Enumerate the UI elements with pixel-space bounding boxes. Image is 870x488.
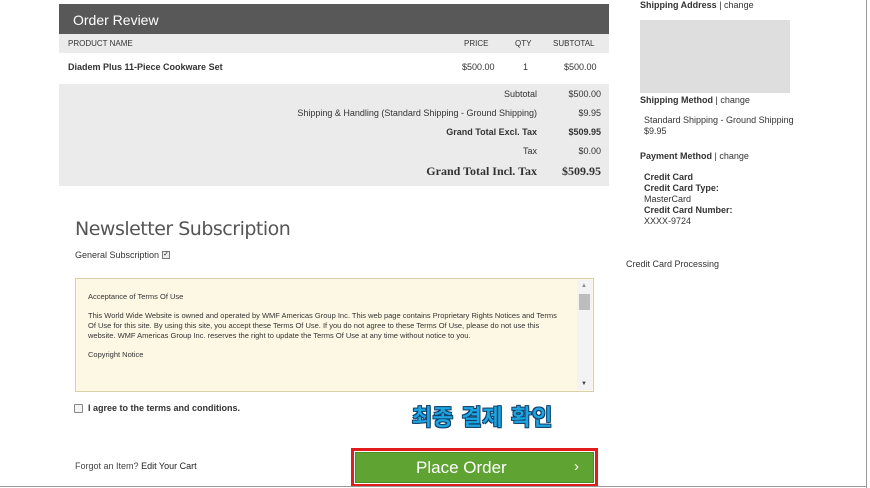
general-subscription-label: General Subscription	[75, 250, 160, 260]
card-type-label: Credit Card Type:	[644, 183, 719, 193]
shipping-address-title: Shipping Address | change	[640, 0, 754, 10]
terms-scrollbar[interactable]: ▲ ▼	[577, 280, 592, 390]
frame-border-bottom	[0, 486, 867, 487]
shipping-address-change-link[interactable]: | change	[719, 0, 753, 10]
grand-total-incl-value: $509.95	[562, 164, 601, 178]
scroll-down-icon[interactable]: ▼	[581, 381, 587, 387]
terms-textbox[interactable]: Acceptance of Terms Of Use This World Wi…	[75, 278, 594, 392]
grand-total-excl-value: $509.95	[568, 127, 601, 137]
col-product-name: PRODUCT NAME	[68, 39, 133, 48]
credit-card-processing: Credit Card Processing	[626, 259, 720, 269]
chevron-right-icon: ›	[574, 458, 579, 475]
checkout-page: Order Review PRODUCT NAME PRICE QTY SUBT…	[0, 0, 870, 488]
product-price: $500.00	[462, 62, 495, 72]
order-table-header: PRODUCT NAME PRICE QTY SUBTOTAL	[59, 34, 609, 53]
shipping-label: Shipping & Handling (Standard Shipping -…	[297, 108, 537, 118]
col-qty: QTY	[515, 39, 532, 48]
table-row: Diadem Plus 11-Piece Cookware Set $500.0…	[59, 53, 609, 84]
shipping-method-name: Standard Shipping - Ground Shipping	[644, 115, 794, 125]
card-heading: Credit Card	[644, 172, 694, 182]
terms-heading: Acceptance of Terms Of Use	[88, 292, 184, 301]
forgot-item: Forgot an Item? Edit Your Cart	[75, 461, 197, 471]
grand-total-incl-label: Grand Total Incl. Tax	[426, 164, 537, 178]
product-name: Diadem Plus 11-Piece Cookware Set	[68, 62, 223, 72]
tax-label: Tax	[522, 146, 537, 156]
general-subscription: General Subscription ✓	[75, 250, 171, 260]
general-subscription-checkbox[interactable]: ✓	[162, 251, 171, 259]
product-qty: 1	[523, 62, 529, 72]
shipping-method-title: Shipping Method | change	[640, 95, 750, 105]
scroll-up-icon[interactable]: ▲	[581, 283, 587, 289]
payment-method-title: Payment Method | change	[640, 151, 749, 161]
agree-terms-checkbox[interactable]	[74, 403, 83, 413]
subtotal-value: $500.00	[568, 89, 601, 99]
scroll-thumb[interactable]	[579, 294, 590, 310]
card-type-value: MasterCard	[644, 194, 692, 204]
shipping-value: $9.95	[578, 108, 601, 118]
terms-next-heading: Copyright Notice	[88, 350, 144, 359]
card-number-label: Credit Card Number:	[644, 205, 733, 215]
terms-body: This World Wide Website is owned and ope…	[88, 311, 557, 340]
shipping-method-price: $9.95	[644, 126, 667, 136]
place-order-label: Place Order	[416, 458, 507, 477]
annotation-text: 최종 결제 확인	[412, 406, 553, 431]
col-price: PRICE	[464, 39, 489, 48]
tax-value: $0.00	[578, 146, 601, 156]
subtotal-label: Subtotal	[503, 89, 537, 99]
forgot-item-text: Forgot an Item?	[75, 461, 139, 471]
order-review: Order Review PRODUCT NAME PRICE QTY SUBT…	[59, 4, 609, 186]
product-subtotal: $500.00	[564, 62, 597, 72]
card-number-value: XXXX-9724	[644, 216, 692, 226]
order-review-title: Order Review	[59, 4, 609, 34]
edit-cart-link[interactable]: Edit Your Cart	[141, 461, 197, 471]
agree-terms[interactable]: I agree to the terms and conditions.	[74, 403, 240, 413]
frame-border-right	[866, 0, 867, 488]
shipping-address-box	[640, 20, 790, 93]
place-order-button[interactable]: Place Order ›	[355, 452, 594, 483]
order-totals: Subtotal $500.00 Shipping & Handling (St…	[59, 84, 609, 186]
newsletter-title: Newsletter Subscription	[75, 218, 291, 240]
col-subtotal: SUBTOTAL	[553, 39, 595, 48]
shipping-method-change-link[interactable]: | change	[716, 95, 750, 105]
agree-terms-label[interactable]: I agree to the terms and conditions.	[88, 403, 240, 413]
grand-total-excl-label: Grand Total Excl. Tax	[446, 127, 537, 137]
payment-method-change-link[interactable]: | change	[715, 151, 749, 161]
